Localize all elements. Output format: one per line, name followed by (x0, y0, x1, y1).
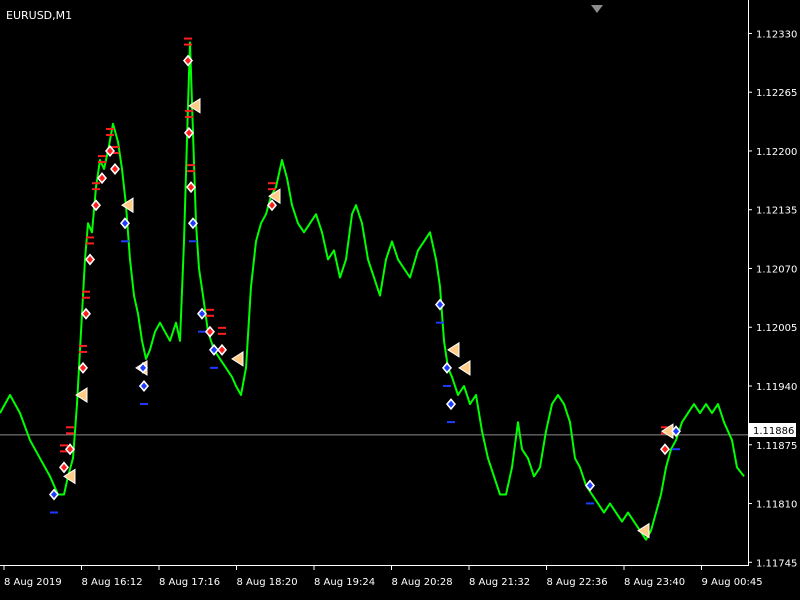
y-tick-label-6: 1.11940 (756, 382, 797, 393)
x-tick-label-3: 8 Aug 18:20 (237, 577, 298, 588)
x-tick-label-2: 8 Aug 17:16 (159, 577, 220, 588)
y-tick-label-8: 1.11810 (756, 500, 797, 511)
y-tick-label-0: 1.12330 (756, 29, 797, 40)
chart-title: EURUSD,M1 (6, 9, 72, 22)
x-tick-label-0: 8 Aug 2019 (4, 577, 62, 588)
x-tick-label-4: 8 Aug 19:24 (314, 577, 375, 588)
y-tick-label-9: 1.11745 (756, 558, 797, 569)
current-price-value: 1.11886 (753, 426, 794, 437)
current-price-label: 1.11886 (749, 423, 796, 437)
y-tick-label-7: 1.11875 (756, 441, 797, 452)
x-tick-label-9: 9 Aug 00:45 (702, 577, 763, 588)
chart-background (0, 0, 800, 600)
x-tick-label-7: 8 Aug 22:36 (547, 577, 608, 588)
y-tick-label-5: 1.12005 (756, 323, 797, 334)
x-tick-label-1: 8 Aug 16:12 (82, 577, 143, 588)
x-tick-label-6: 8 Aug 21:32 (469, 577, 530, 588)
x-tick-label-5: 8 Aug 20:28 (392, 577, 453, 588)
price-chart[interactable]: EURUSD,M1 1.12330 1.12265 1.12200 1.12135 1.… (0, 0, 800, 600)
x-tick-label-8: 8 Aug 23:40 (624, 577, 685, 588)
y-tick-label-3: 1.12135 (756, 206, 797, 217)
y-tick-label-1: 1.12265 (756, 88, 797, 99)
y-tick-label-2: 1.12200 (756, 147, 797, 158)
y-tick-label-4: 1.12070 (756, 264, 797, 275)
